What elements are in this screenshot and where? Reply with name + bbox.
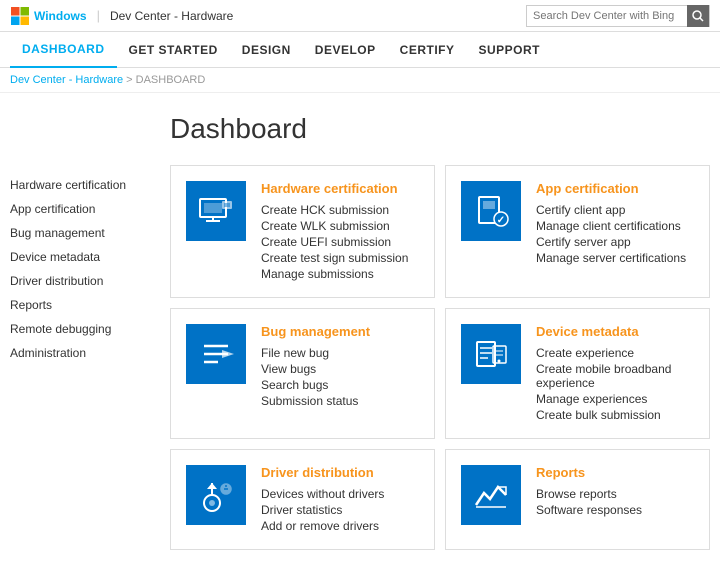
card-reports: Reports Browse reports Software response… — [445, 449, 710, 550]
card-title-app-cert: App certification — [536, 181, 694, 196]
breadcrumb-separator: > — [126, 74, 135, 86]
reports-icon — [471, 475, 511, 515]
site-title: Dev Center - Hardware — [110, 9, 233, 23]
card-link-create-exp[interactable]: Create experience — [536, 345, 694, 361]
windows-label: Windows — [34, 9, 87, 23]
top-bar: Windows | Dev Center - Hardware — [0, 0, 720, 32]
card-icon-driver — [186, 465, 246, 525]
card-icon-bug — [186, 324, 246, 384]
search-input[interactable] — [527, 6, 687, 26]
sidebar-item-app-cert[interactable]: App certification — [10, 197, 150, 221]
search-box[interactable] — [526, 5, 710, 27]
sidebar-item-device-meta[interactable]: Device metadata — [10, 245, 150, 269]
card-body-hardware-cert: Hardware certification Create HCK submis… — [261, 181, 419, 282]
card-link-manage-server[interactable]: Manage server certifications — [536, 250, 694, 266]
card-link-view-bugs[interactable]: View bugs — [261, 361, 419, 377]
breadcrumb: Dev Center - Hardware > DASHBOARD — [0, 68, 720, 93]
sidebar-item-driver-dist[interactable]: Driver distribution — [10, 269, 150, 293]
card-icon-device — [461, 324, 521, 384]
card-link-certify-client[interactable]: Certify client app — [536, 202, 694, 218]
bug-icon — [196, 334, 236, 374]
card-device-meta: Device metadata Create experience Create… — [445, 308, 710, 439]
card-link-bulk-submission[interactable]: Create bulk submission — [536, 407, 694, 423]
card-link-create-test[interactable]: Create test sign submission — [261, 250, 419, 266]
sidebar-item-bug-mgmt[interactable]: Bug management — [10, 221, 150, 245]
card-title-bug-mgmt: Bug management — [261, 324, 419, 339]
sidebar: Hardware certification App certification… — [10, 113, 150, 550]
nav-certify[interactable]: CERTIFY — [388, 32, 467, 68]
card-link-create-mobile[interactable]: Create mobile broadband experience — [536, 361, 694, 391]
card-title-device-meta: Device metadata — [536, 324, 694, 339]
logo-separator: | — [97, 8, 100, 23]
nav-develop[interactable]: DEVELOP — [303, 32, 388, 68]
sidebar-item-remote-debug[interactable]: Remote debugging — [10, 317, 150, 341]
nav-get-started[interactable]: GET STARTED — [117, 32, 230, 68]
card-link-manage-client[interactable]: Manage client certifications — [536, 218, 694, 234]
driver-icon — [196, 475, 236, 515]
card-link-file-bug[interactable]: File new bug — [261, 345, 419, 361]
sidebar-item-admin[interactable]: Administration — [10, 341, 150, 365]
sidebar-item-reports[interactable]: Reports — [10, 293, 150, 317]
card-driver-dist: Driver distribution Devices without driv… — [170, 449, 435, 550]
card-link-create-wlk[interactable]: Create WLK submission — [261, 218, 419, 234]
nav-support[interactable]: SUPPORT — [467, 32, 553, 68]
card-title-hardware-cert: Hardware certification — [261, 181, 419, 196]
card-link-create-uefi[interactable]: Create UEFI submission — [261, 234, 419, 250]
card-body-app-cert: App certification Certify client app Man… — [536, 181, 694, 266]
card-link-manage-submissions[interactable]: Manage submissions — [261, 266, 419, 282]
navbar: DASHBOARD GET STARTED DESIGN DEVELOP CER… — [0, 32, 720, 68]
card-link-add-remove-drivers[interactable]: Add or remove drivers — [261, 518, 419, 534]
app-icon: ✓ — [471, 191, 511, 231]
card-link-search-bugs[interactable]: Search bugs — [261, 377, 419, 393]
hardware-icon — [196, 191, 236, 231]
card-app-cert: ✓ App certification Certify client app M… — [445, 165, 710, 298]
svg-text:✓: ✓ — [497, 215, 505, 226]
dashboard-grid: Hardware certification Create HCK submis… — [170, 165, 710, 550]
breadcrumb-home[interactable]: Dev Center - Hardware — [10, 74, 123, 86]
search-button[interactable] — [687, 5, 709, 27]
card-icon-hardware — [186, 181, 246, 241]
card-hardware-cert: Hardware certification Create HCK submis… — [170, 165, 435, 298]
sidebar-item-hardware-cert[interactable]: Hardware certification — [10, 173, 150, 197]
card-link-software-responses[interactable]: Software responses — [536, 502, 694, 518]
card-link-devices-no-drivers[interactable]: Devices without drivers — [261, 486, 419, 502]
card-title-driver-dist: Driver distribution — [261, 465, 419, 480]
device-icon — [471, 334, 511, 374]
card-body-device-meta: Device metadata Create experience Create… — [536, 324, 694, 423]
card-body-reports: Reports Browse reports Software response… — [536, 465, 694, 518]
windows-icon — [10, 6, 30, 26]
card-icon-reports — [461, 465, 521, 525]
card-body-bug-mgmt: Bug management File new bug View bugs Se… — [261, 324, 419, 409]
card-bug-mgmt: Bug management File new bug View bugs Se… — [170, 308, 435, 439]
card-icon-app: ✓ — [461, 181, 521, 241]
dashboard-content: Dashboard Hardware certificat — [150, 113, 710, 550]
nav-dashboard[interactable]: DASHBOARD — [10, 32, 117, 68]
main-content: Hardware certification App certification… — [0, 93, 720, 570]
breadcrumb-current: DASHBOARD — [136, 74, 206, 86]
card-link-certify-server[interactable]: Certify server app — [536, 234, 694, 250]
card-title-reports: Reports — [536, 465, 694, 480]
card-link-create-hck[interactable]: Create HCK submission — [261, 202, 419, 218]
card-link-submission-status[interactable]: Submission status — [261, 393, 419, 409]
windows-logo: Windows — [10, 6, 87, 26]
card-link-browse-reports[interactable]: Browse reports — [536, 486, 694, 502]
card-link-manage-exp[interactable]: Manage experiences — [536, 391, 694, 407]
card-link-driver-stats[interactable]: Driver statistics — [261, 502, 419, 518]
page-title: Dashboard — [170, 113, 710, 145]
nav-design[interactable]: DESIGN — [230, 32, 303, 68]
card-body-driver-dist: Driver distribution Devices without driv… — [261, 465, 419, 534]
search-icon — [692, 10, 704, 22]
